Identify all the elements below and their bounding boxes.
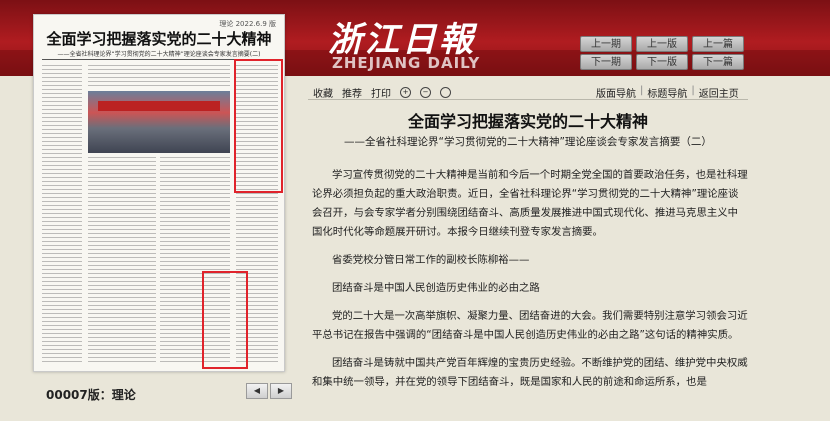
article-highlight-box[interactable] [234, 59, 283, 193]
edition-label: 00007版：理论 [46, 388, 136, 402]
paper-text-column [88, 65, 230, 89]
issue-navigation: 上一期 上一版 上一篇 下一期 下一版 下一篇 [580, 36, 744, 70]
print-link[interactable]: 打印 [371, 85, 391, 100]
next-issue-button[interactable]: 下一期 [580, 54, 632, 70]
paper-subheadline: ——全省社科理论界“学习贯彻党的二十大精神”理论座谈会专家发言摘要(二) [57, 51, 261, 58]
paper-photo [88, 91, 230, 153]
page-nav-link[interactable]: 版面导航 [596, 85, 636, 100]
article-navigation: 版面导航 | 标题导航 | 返回主页 [596, 85, 739, 100]
article-subtitle: ——全省社科理论界“学习贯彻党的二十大精神”理论座谈会专家发言摘要（二） [344, 136, 712, 148]
article-paragraph: 省委党校分管日常工作的副校长陈柳裕—— [332, 254, 530, 266]
paper-text-column [88, 157, 156, 363]
next-page-button[interactable]: 下一版 [636, 54, 688, 70]
masthead-english: ZHEJIANG DAILY [332, 54, 481, 72]
article-title: 全面学习把握落实党的二十大精神 [407, 112, 648, 131]
paper-headline: 全面学习把握落实党的二十大精神 [46, 30, 272, 48]
article-paragraph: 团结奋斗是中国人民创造历史伟业的必由之路 [332, 282, 540, 294]
toolbar-divider [308, 99, 748, 100]
nav-separator: | [640, 85, 644, 96]
prev-article-button[interactable]: 上一篇 [692, 36, 744, 52]
article-highlight-box[interactable] [202, 271, 248, 369]
article-toolbar: 收藏 推荐 打印 + − [313, 85, 451, 100]
article-body: 学习宣传贯彻党的二十大精神是当前和今后一个时期全党全国的首要政治任务，也是社科理… [312, 166, 748, 401]
home-link[interactable]: 返回主页 [699, 85, 739, 100]
pager-prev-button[interactable]: ◀ [246, 383, 268, 399]
zoom-in-icon[interactable]: + [400, 87, 411, 98]
prev-page-button[interactable]: 上一版 [636, 36, 688, 52]
nav-separator: | [691, 85, 695, 96]
article-paragraph: 学习宣传贯彻党的二十大精神是当前和今后一个时期全党全国的首要政治任务，也是社科理… [312, 169, 748, 238]
zoom-out-icon[interactable]: − [420, 87, 431, 98]
pager-next-button[interactable]: ▶ [270, 383, 292, 399]
recommend-link[interactable]: 推荐 [342, 85, 362, 100]
newspaper-page-thumbnail[interactable]: 理论 2022.6.9 版 全面学习把握落实党的二十大精神 ——全省社科理论界“… [33, 14, 285, 372]
article-paragraph: 团结奋斗是铸就中国共产党百年辉煌的宝贵历史经验。不断维护党的团结、维护党中央权威… [312, 357, 748, 388]
title-nav-link[interactable]: 标题导航 [647, 85, 687, 100]
page-pager: ◀ ▶ [246, 383, 292, 399]
next-article-button[interactable]: 下一篇 [692, 54, 744, 70]
reset-zoom-icon[interactable] [440, 87, 451, 98]
article-paragraph: 党的二十大是一次高举旗帜、凝聚力量、团结奋进的大会。我们需要特别注意学习领会习近… [312, 310, 748, 341]
prev-issue-button[interactable]: 上一期 [580, 36, 632, 52]
collect-link[interactable]: 收藏 [313, 85, 333, 100]
paper-text-column [42, 65, 82, 363]
